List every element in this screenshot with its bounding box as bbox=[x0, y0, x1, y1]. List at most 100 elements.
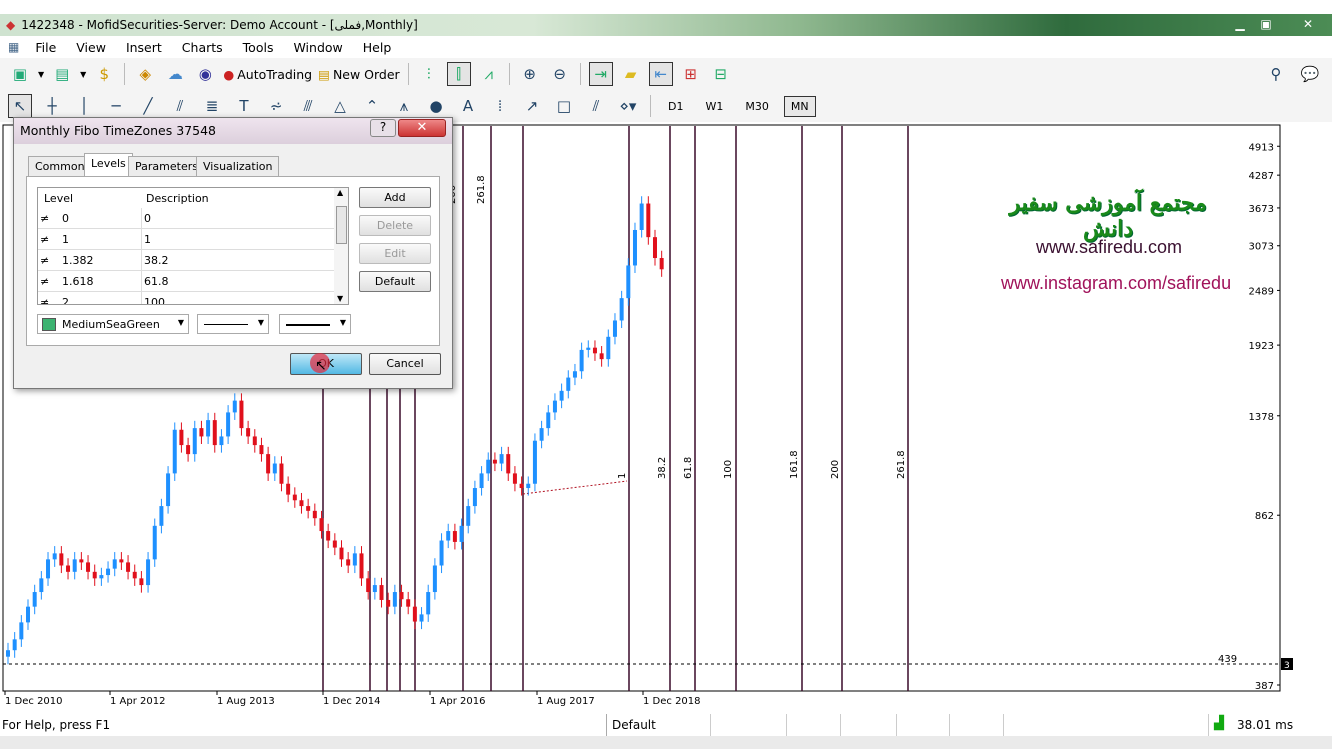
vertical-line-icon[interactable]: │ bbox=[72, 94, 96, 118]
text-icon[interactable]: A bbox=[456, 94, 480, 118]
trendline-icon[interactable]: ╱ bbox=[136, 94, 160, 118]
more-shapes-icon[interactable]: ⋄▾ bbox=[616, 94, 640, 118]
candle-body bbox=[539, 428, 544, 441]
mouse-cursor-icon: ↖ bbox=[315, 358, 327, 374]
autoscroll-icon[interactable]: ⇥ bbox=[588, 62, 613, 86]
level-row[interactable]: ≠ 0 0 bbox=[38, 208, 334, 229]
candle-body bbox=[292, 494, 297, 501]
candle-body bbox=[212, 420, 217, 446]
zoom-in-icon[interactable]: ⊕ bbox=[518, 62, 542, 86]
help-icon[interactable]: ? bbox=[370, 119, 396, 137]
line-width-select[interactable]: ▼ bbox=[279, 314, 351, 334]
menu-insert[interactable]: Insert bbox=[116, 40, 172, 55]
triangle-icon[interactable]: △ bbox=[328, 94, 352, 118]
delete-button[interactable]: Delete bbox=[359, 215, 431, 236]
status-ping: 38.01 ms bbox=[1237, 718, 1294, 732]
menu-window[interactable]: Window bbox=[283, 40, 352, 55]
parallel-icon[interactable]: ⫽ bbox=[584, 94, 608, 118]
fibo-timezones-icon[interactable]: ⦙ bbox=[488, 94, 512, 118]
levels-scrollbar[interactable]: ▲ ▼ bbox=[334, 188, 348, 304]
fibo-expansion-icon[interactable]: ⩫ bbox=[264, 94, 288, 118]
signals-icon[interactable]: ◉ bbox=[193, 62, 217, 86]
line-chart-icon[interactable]: ⩘ bbox=[477, 62, 501, 86]
profiles-icon[interactable]: ▤ bbox=[50, 62, 74, 86]
cancel-button[interactable]: Cancel bbox=[369, 353, 441, 375]
candlestick-chart-icon[interactable]: ⫿ bbox=[446, 62, 471, 86]
candle-body bbox=[606, 336, 611, 360]
data-window-icon[interactable]: ☁ bbox=[163, 62, 187, 86]
fibo-label: 61.8 bbox=[683, 457, 694, 479]
menu-tools[interactable]: Tools bbox=[233, 40, 284, 55]
fibo-label: 200 bbox=[830, 460, 841, 479]
fibo-retracement-icon[interactable]: ≣ bbox=[200, 94, 224, 118]
color-select[interactable]: MediumSeaGreen ▼ bbox=[37, 314, 189, 334]
line-style-select[interactable]: ▼ bbox=[197, 314, 269, 334]
tab-parameters[interactable]: Parameters bbox=[128, 156, 205, 176]
add-button[interactable]: Add bbox=[359, 187, 431, 208]
chat-icon[interactable]: 💬 bbox=[1298, 62, 1322, 86]
level-row[interactable]: ≠ 1 1 bbox=[38, 229, 334, 250]
timeframe-w1[interactable]: W1 bbox=[698, 96, 730, 117]
wave-icon[interactable]: ⩚ bbox=[392, 94, 416, 118]
levels-list[interactable]: Level Description ≠ 0 0 ≠ 1 1 ≠ 1.382 38.2 ≠ 1.… bbox=[37, 187, 349, 305]
arrow-icon[interactable]: ↗ bbox=[520, 94, 544, 118]
search-icon[interactable]: ⚲ bbox=[1264, 62, 1288, 86]
candle-body bbox=[219, 436, 224, 446]
fibo-label: 1 bbox=[617, 473, 628, 479]
menu-charts[interactable]: Charts bbox=[172, 40, 233, 55]
level-row[interactable]: ≠ 1.382 38.2 bbox=[38, 250, 334, 271]
menu-view[interactable]: View bbox=[66, 40, 116, 55]
candle-body bbox=[559, 390, 564, 401]
candle-body bbox=[52, 553, 57, 560]
cursor-icon[interactable]: ↖ bbox=[8, 94, 32, 118]
dialog-close-button[interactable]: ✕ bbox=[398, 119, 446, 137]
timeframe-mn[interactable]: MN bbox=[783, 95, 816, 117]
market-watch-icon[interactable]: $ bbox=[92, 62, 116, 86]
candle-body bbox=[286, 483, 291, 495]
bar-chart-icon[interactable]: ⫶ bbox=[417, 62, 441, 86]
candle-body bbox=[552, 400, 557, 413]
candle-body bbox=[472, 488, 477, 507]
indicators-icon[interactable]: ⊞ bbox=[679, 62, 703, 86]
candle-body bbox=[132, 571, 137, 579]
rectangle-icon[interactable]: □ bbox=[552, 94, 576, 118]
color-swatch bbox=[42, 318, 56, 331]
autotrading-button[interactable]: ● AutoTrading bbox=[223, 67, 312, 82]
tab-common[interactable]: Common bbox=[28, 156, 92, 176]
level-row[interactable]: ≠ 1.618 61.8 bbox=[38, 271, 334, 292]
edit-button[interactable]: Edit bbox=[359, 243, 431, 264]
maximize-button[interactable]: ▣ bbox=[1254, 16, 1278, 32]
zoom-out-icon[interactable]: ⊖ bbox=[548, 62, 572, 86]
crosshair-icon[interactable]: ┼ bbox=[40, 94, 64, 118]
tab-levels[interactable]: Levels bbox=[84, 153, 133, 177]
chart-shift-icon[interactable]: ⇤ bbox=[648, 62, 673, 86]
text-label-icon[interactable]: T bbox=[232, 94, 256, 118]
horizontal-line-icon[interactable]: ─ bbox=[104, 94, 128, 118]
elliott-icon[interactable]: ⌃ bbox=[360, 94, 384, 118]
status-bar: For Help, press F1 Default ▟ 38.01 ms bbox=[0, 714, 1332, 736]
default-button[interactable]: Default bbox=[359, 271, 431, 292]
column-level: Level bbox=[44, 192, 74, 205]
level-row[interactable]: ≠ 2 100 bbox=[38, 292, 334, 304]
channel-icon[interactable]: ⫻ bbox=[296, 94, 320, 118]
navigator-icon[interactable]: ◈ bbox=[133, 62, 157, 86]
app-menu-icon[interactable]: ▦ bbox=[8, 40, 19, 54]
new-order-button[interactable]: ▤ New Order bbox=[318, 67, 400, 82]
ellipse-icon[interactable]: ● bbox=[424, 94, 448, 118]
new-chart-icon[interactable]: ▣ bbox=[8, 62, 32, 86]
periods-icon[interactable]: ⊟ bbox=[709, 62, 733, 86]
connection-icon: ▟ bbox=[1214, 716, 1224, 731]
fibo-label: 100 bbox=[723, 460, 734, 479]
menu-file[interactable]: File bbox=[25, 40, 66, 55]
timeframe-m30[interactable]: M30 bbox=[738, 96, 776, 117]
minimize-button[interactable]: ▁ bbox=[1228, 16, 1252, 32]
fibo-fan-icon[interactable]: ⫽ bbox=[168, 94, 192, 118]
date-tick-label: 1 Dec 2018 bbox=[643, 696, 701, 707]
templates-icon[interactable]: ▰ bbox=[619, 62, 643, 86]
watermark-instagram: www.instagram.com/safiredu bbox=[1001, 273, 1232, 293]
candle-body bbox=[579, 349, 584, 372]
close-button[interactable]: ✕ bbox=[1296, 16, 1320, 32]
timeframe-d1[interactable]: D1 bbox=[661, 96, 690, 117]
menu-help[interactable]: Help bbox=[353, 40, 402, 55]
tab-visualization[interactable]: Visualization bbox=[196, 156, 280, 176]
